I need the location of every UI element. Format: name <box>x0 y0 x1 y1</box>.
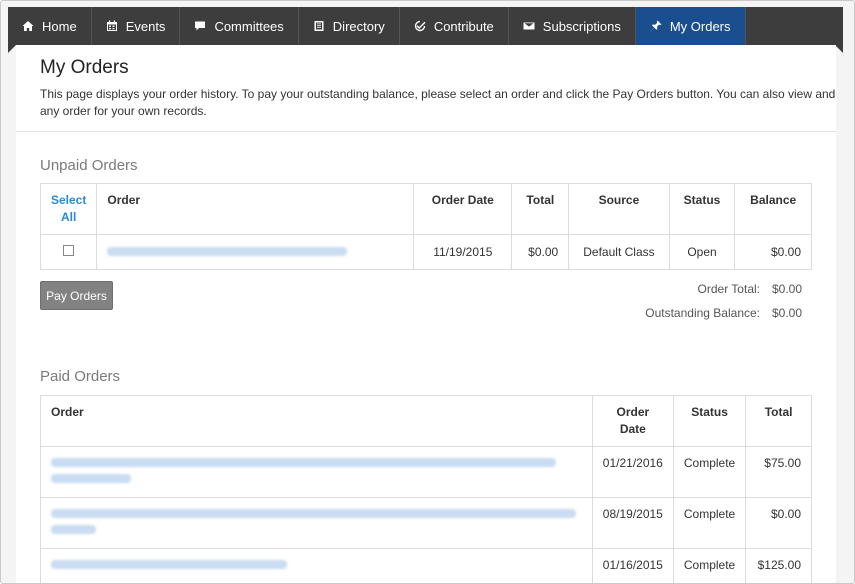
total-cell: $75.00 <box>745 446 812 498</box>
chat-icon <box>194 20 206 32</box>
order-link[interactable] <box>107 247 348 256</box>
order-checkbox[interactable] <box>63 245 75 256</box>
order-date-cell: 01/16/2015 <box>591 548 674 583</box>
nav-ribbon-fold-left <box>8 45 16 53</box>
order-link[interactable] <box>51 458 556 467</box>
nav-committees[interactable]: Committees <box>180 7 299 45</box>
nav-ribbon-fold-right <box>835 45 843 53</box>
order-total-value: $0.00 <box>771 282 802 296</box>
col-order: Order <box>40 395 593 447</box>
table-header-row: Order Order Date Status Total <box>40 395 812 447</box>
nav-home[interactable]: Home <box>8 7 92 45</box>
total-cell: $0.00 <box>511 234 570 270</box>
nav-events[interactable]: Events <box>92 7 181 45</box>
nav-my-orders-label: My Orders <box>669 18 731 34</box>
source-cell: Default Class <box>568 234 670 270</box>
order-cell <box>40 446 593 498</box>
col-total: Total <box>745 395 812 447</box>
main-content: My Orders This page displays your order … <box>16 45 836 583</box>
order-link-continued[interactable] <box>51 474 131 483</box>
table-row: 08/19/2015 Complete $0.00 <box>40 497 812 549</box>
nav-my-orders[interactable]: My Orders <box>635 7 746 45</box>
col-status: Status <box>668 183 736 235</box>
nav-contribute[interactable]: Contribute <box>400 7 509 45</box>
header-divider <box>16 131 836 132</box>
check-icon <box>414 20 426 32</box>
table-row: 01/16/2015 Complete $125.00 <box>40 548 812 583</box>
nav-directory[interactable]: Directory <box>299 7 400 45</box>
paid-orders-table: Order Order Date Status Total 01/21/2016… <box>40 395 812 583</box>
select-all-link[interactable]: Select All <box>39 183 98 235</box>
col-total: Total <box>511 183 570 235</box>
col-source: Source <box>568 183 670 235</box>
order-total-label: Order Total: <box>697 282 760 296</box>
order-cell <box>40 548 593 583</box>
unpaid-orders-title: Unpaid Orders <box>40 157 138 174</box>
calendar-icon <box>106 20 118 32</box>
status-cell: Complete <box>672 497 747 549</box>
nav-contribute-label: Contribute <box>433 18 494 34</box>
nav-directory-label: Directory <box>332 18 385 34</box>
table-row: 11/19/2015 $0.00 Default Class Open $0.0… <box>39 234 812 270</box>
book-icon <box>313 20 325 32</box>
row-select-cell <box>39 234 98 270</box>
nav-home-label: Home <box>42 18 77 34</box>
envelope-icon <box>523 20 535 32</box>
col-balance: Balance <box>734 183 812 235</box>
balance-cell: $0.00 <box>734 234 812 270</box>
order-link[interactable] <box>51 509 576 518</box>
order-link[interactable] <box>51 560 287 569</box>
col-order-date: Order Date <box>591 395 674 447</box>
outstanding-balance-row: Outstanding Balance: $0.00 <box>645 306 802 320</box>
order-date-cell: 01/21/2016 <box>591 446 674 498</box>
outstanding-balance-label: Outstanding Balance: <box>645 306 760 320</box>
table-header-row: Select All Order Order Date Total Source… <box>39 183 812 235</box>
outstanding-balance-value: $0.00 <box>771 306 802 320</box>
pay-orders-button[interactable]: Pay Orders <box>40 281 113 310</box>
page-description: This page displays your order history. T… <box>40 87 836 118</box>
total-cell: $125.00 <box>745 548 812 583</box>
top-nav: Home Events Committees Directory Contrib… <box>8 7 843 45</box>
nav-subscriptions-label: Subscriptions <box>542 18 621 34</box>
status-cell: Complete <box>672 548 747 583</box>
browser-frame: Home Events Committees Directory Contrib… <box>0 0 855 584</box>
order-total-row: Order Total: $0.00 <box>698 282 802 296</box>
unpaid-orders-table: Select All Order Order Date Total Source… <box>39 183 812 270</box>
col-order: Order <box>96 183 415 235</box>
order-cell <box>96 234 415 270</box>
total-cell: $0.00 <box>745 497 812 549</box>
col-status: Status <box>672 395 747 447</box>
status-cell: Complete <box>672 446 747 498</box>
pin-icon <box>650 20 662 32</box>
nav-subscriptions[interactable]: Subscriptions <box>509 7 636 45</box>
order-cell <box>40 497 593 549</box>
nav-events-label: Events <box>125 18 166 34</box>
order-date-cell: 08/19/2015 <box>591 497 674 549</box>
page-title: My Orders <box>40 57 129 78</box>
col-order-date: Order Date <box>413 183 513 235</box>
home-icon <box>22 20 34 32</box>
status-cell: Open <box>668 234 736 270</box>
paid-orders-title: Paid Orders <box>40 368 121 385</box>
order-link-continued[interactable] <box>51 525 96 534</box>
nav-committees-label: Committees <box>214 18 284 34</box>
table-row: 01/21/2016 Complete $75.00 <box>40 446 812 498</box>
order-date-cell: 11/19/2015 <box>413 234 513 270</box>
